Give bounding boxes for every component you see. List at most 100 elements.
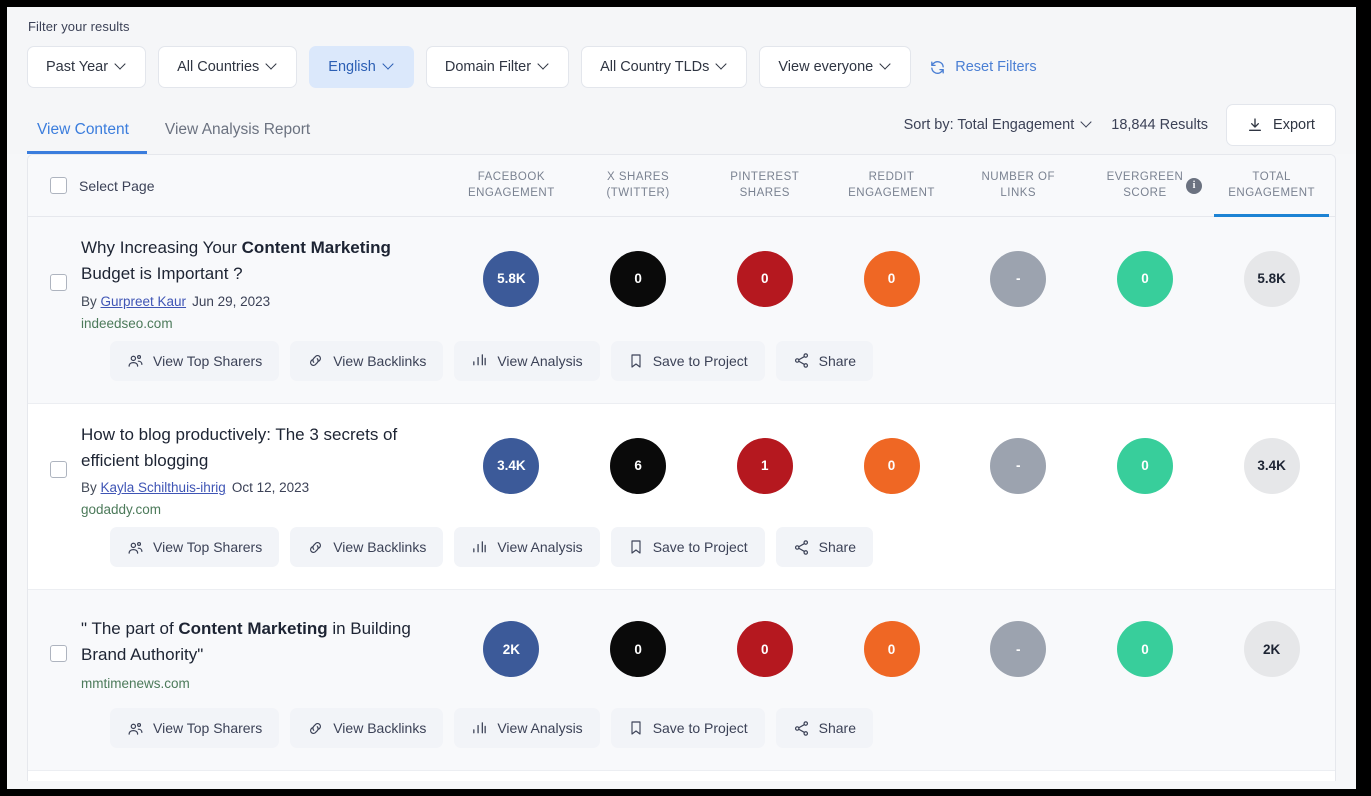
- save-to-project-button[interactable]: Save to Project: [611, 708, 765, 748]
- view-top-sharers-button[interactable]: View Top Sharers: [110, 527, 279, 567]
- action-label: View Top Sharers: [153, 353, 262, 369]
- content-explorer-app: Filter your results Past YearAll Countri…: [7, 7, 1364, 789]
- save-to-project-button[interactable]: Save to Project: [611, 527, 765, 567]
- filter-chip-domain-filter[interactable]: Domain Filter: [426, 46, 569, 88]
- byline-prefix: By: [81, 480, 101, 495]
- column-header-line1: NUMBER OF: [981, 170, 1055, 186]
- metric-bubble-x[interactable]: 6: [610, 438, 666, 494]
- results-count: 18,844 Results: [1111, 117, 1208, 133]
- action-label: View Top Sharers: [153, 720, 262, 736]
- metric-cell-evergreen: 0: [1082, 217, 1209, 341]
- metric-bubble-total[interactable]: 2K: [1244, 621, 1300, 677]
- users-icon: [127, 720, 144, 737]
- article-domain[interactable]: indeedseo.com: [81, 316, 432, 331]
- view-top-sharers-button[interactable]: View Top Sharers: [110, 341, 279, 381]
- filter-chip-all-countries[interactable]: All Countries: [158, 46, 297, 88]
- reset-filters-button[interactable]: Reset Filters: [929, 59, 1036, 76]
- article-domain[interactable]: godaddy.com: [81, 502, 432, 517]
- action-label: View Analysis: [497, 720, 582, 736]
- view-backlinks-button[interactable]: View Backlinks: [290, 341, 443, 381]
- tab-view-analysis-report[interactable]: View Analysis Report: [147, 100, 328, 154]
- view-analysis-button[interactable]: View Analysis: [454, 708, 599, 748]
- metric-bubble-links[interactable]: -: [990, 251, 1046, 307]
- share-button[interactable]: Share: [776, 527, 873, 567]
- view-analysis-button[interactable]: View Analysis: [454, 527, 599, 567]
- row-checkbox[interactable]: [50, 274, 67, 291]
- metric-cell-facebook: 5.8K: [448, 217, 575, 341]
- column-header-line2: SHARES: [740, 186, 790, 202]
- metric-bubble-reddit[interactable]: 0: [864, 621, 920, 677]
- row-title-cell: How to blog productively: The 3 secrets …: [28, 404, 448, 528]
- table-row: " The part of Content Marketing in Build…: [28, 590, 1335, 771]
- table-toolbar: Sort by: Total Engagement 18,844 Results…: [904, 104, 1336, 154]
- action-label: View Top Sharers: [153, 539, 262, 555]
- metric-bubble-links[interactable]: -: [990, 438, 1046, 494]
- link-icon: [307, 539, 324, 556]
- column-header-total-engagement[interactable]: TOTALENGAGEMENT: [1208, 155, 1335, 216]
- export-button[interactable]: Export: [1226, 104, 1336, 146]
- metric-bubble-evergreen[interactable]: 0: [1117, 251, 1173, 307]
- table-header-row: Select Page FACEBOOKENGAGEMENTX SHARES(T…: [28, 155, 1335, 217]
- tab-bar: View ContentView Analysis Report Sort by…: [7, 100, 1356, 154]
- view-top-sharers-button[interactable]: View Top Sharers: [110, 708, 279, 748]
- column-header-number-of-links[interactable]: NUMBER OFLINKS: [955, 155, 1082, 216]
- article-title[interactable]: Why Increasing Your Content Marketing Bu…: [81, 235, 432, 288]
- tab-view-content[interactable]: View Content: [27, 100, 147, 154]
- metric-bubble-total[interactable]: 3.4K: [1244, 438, 1300, 494]
- view-backlinks-button[interactable]: View Backlinks: [290, 527, 443, 567]
- row-checkbox[interactable]: [50, 461, 67, 478]
- row-checkbox[interactable]: [50, 645, 67, 662]
- table-row-main: Why Increasing Your Content Marketing Bu…: [28, 217, 1335, 341]
- metric-bubble-facebook[interactable]: 3.4K: [483, 438, 539, 494]
- info-icon[interactable]: i: [1186, 178, 1202, 194]
- row-title-wrap: " The part of Content Marketing in Build…: [81, 616, 432, 691]
- metric-bubble-facebook[interactable]: 5.8K: [483, 251, 539, 307]
- users-icon: [127, 352, 144, 369]
- metric-bubble-facebook[interactable]: 2K: [483, 621, 539, 677]
- filter-chip-past-year[interactable]: Past Year: [27, 46, 146, 88]
- metric-cell-evergreen: 0: [1082, 404, 1209, 528]
- filter-chip-english[interactable]: English: [309, 46, 414, 88]
- metric-bubble-reddit[interactable]: 0: [864, 438, 920, 494]
- metric-bubble-x[interactable]: 0: [610, 251, 666, 307]
- metric-bubble-pinterest[interactable]: 0: [737, 621, 793, 677]
- column-header-facebook-engagement[interactable]: FACEBOOKENGAGEMENT: [448, 155, 575, 216]
- select-page-header: Select Page: [28, 155, 448, 216]
- metric-cell-reddit: 0: [828, 590, 955, 708]
- author-link[interactable]: Kayla Schilthuis-ihrig: [101, 480, 226, 495]
- metric-cell-facebook: 2K: [448, 590, 575, 708]
- column-header-x-shares-twitter[interactable]: X SHARES(TWITTER): [575, 155, 702, 216]
- filter-chip-all-country-tlds[interactable]: All Country TLDs: [581, 46, 747, 88]
- column-header-evergreen-score[interactable]: EVERGREENSCOREi: [1082, 155, 1209, 216]
- metric-bubble-total[interactable]: 5.8K: [1244, 251, 1300, 307]
- metric-column-headers: FACEBOOKENGAGEMENTX SHARES(TWITTER)PINTE…: [448, 155, 1335, 216]
- column-header-line1: X SHARES: [607, 170, 669, 186]
- save-to-project-button[interactable]: Save to Project: [611, 341, 765, 381]
- view-analysis-button[interactable]: View Analysis: [454, 341, 599, 381]
- metric-bubble-links[interactable]: -: [990, 621, 1046, 677]
- metric-bubble-evergreen[interactable]: 0: [1117, 621, 1173, 677]
- column-header-reddit-engagement[interactable]: REDDITENGAGEMENT: [828, 155, 955, 216]
- metric-cell-total: 3.4K: [1208, 404, 1335, 528]
- sort-by-dropdown[interactable]: Sort by: Total Engagement: [904, 117, 1094, 133]
- action-label: Save to Project: [653, 353, 748, 369]
- share-button[interactable]: Share: [776, 708, 873, 748]
- column-header-line1: TOTAL: [1252, 170, 1291, 186]
- article-title[interactable]: How to blog productively: The 3 secrets …: [81, 422, 432, 475]
- metric-bubble-x[interactable]: 0: [610, 621, 666, 677]
- metric-bubble-evergreen[interactable]: 0: [1117, 438, 1173, 494]
- share-button[interactable]: Share: [776, 341, 873, 381]
- article-domain[interactable]: mmtimenews.com: [81, 676, 432, 691]
- filter-chip-view-everyone[interactable]: View everyone: [759, 46, 911, 88]
- select-page-checkbox[interactable]: [50, 177, 67, 194]
- metric-cell-evergreen: 0: [1082, 590, 1209, 708]
- download-icon: [1247, 117, 1263, 133]
- article-title[interactable]: " The part of Content Marketing in Build…: [81, 616, 432, 669]
- action-label: View Analysis: [497, 539, 582, 555]
- metric-bubble-pinterest[interactable]: 0: [737, 251, 793, 307]
- metric-bubble-pinterest[interactable]: 1: [737, 438, 793, 494]
- view-backlinks-button[interactable]: View Backlinks: [290, 708, 443, 748]
- author-link[interactable]: Gurpreet Kaur: [101, 294, 187, 309]
- column-header-pinterest-shares[interactable]: PINTERESTSHARES: [701, 155, 828, 216]
- metric-bubble-reddit[interactable]: 0: [864, 251, 920, 307]
